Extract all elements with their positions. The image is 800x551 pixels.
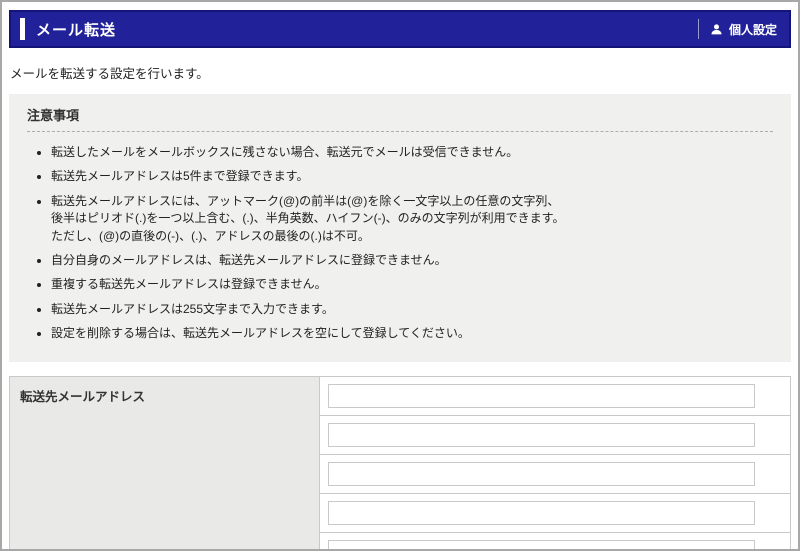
forward-address-input-4[interactable] [328, 501, 755, 525]
page-header: メール転送 個人設定 [9, 10, 791, 48]
personal-settings-label: 個人設定 [729, 21, 777, 38]
notice-item: 自分自身のメールアドレスは、転送先メールアドレスに登録できません。 [51, 252, 775, 269]
personal-settings-button[interactable]: 個人設定 [698, 19, 789, 39]
notice-item: 転送先メールアドレスは255文字まで入力できます。 [51, 301, 775, 318]
title-accent-bar [20, 18, 25, 40]
notice-title: 注意事項 [25, 100, 775, 131]
notice-list: 転送したメールをメールボックスに残さない場合、転送元でメールは受信できません。 … [25, 144, 775, 343]
forward-settings-table: 転送先メールアドレス 転送したメールをメールボックスに [9, 376, 791, 551]
page: メール転送 個人設定 メールを転送する設定を行います。 注意事項 転送したメール… [0, 0, 800, 551]
notice-item: 転送したメールをメールボックスに残さない場合、転送元でメールは受信できません。 [51, 144, 775, 161]
notice-box: 注意事項 転送したメールをメールボックスに残さない場合、転送元でメールは受信でき… [9, 94, 791, 362]
forward-address-cell [320, 415, 791, 454]
notice-item: 転送先メールアドレスには、アットマーク(@)の前半は(@)を除く一文字以上の任意… [51, 193, 775, 245]
table-row: 転送先メールアドレス [10, 376, 791, 415]
notice-item: 設定を削除する場合は、転送先メールアドレスを空にして登録してください。 [51, 325, 775, 342]
forward-address-cell [320, 454, 791, 493]
forward-address-input-3[interactable] [328, 462, 755, 486]
forward-address-input-1[interactable] [328, 384, 755, 408]
person-icon [710, 23, 723, 36]
notice-item: 重複する転送先メールアドレスは登録できません。 [51, 276, 775, 293]
forward-address-cell [320, 532, 791, 551]
forward-address-label: 転送先メールアドレス [10, 376, 320, 551]
notice-divider [27, 131, 773, 132]
forward-address-input-5[interactable] [328, 540, 755, 551]
page-title: メール転送 [36, 19, 116, 40]
forward-address-input-2[interactable] [328, 423, 755, 447]
forward-address-cell [320, 376, 791, 415]
page-description: メールを転送する設定を行います。 [10, 63, 790, 82]
notice-item: 転送先メールアドレスは5件まで登録できます。 [51, 168, 775, 185]
forward-address-cell [320, 493, 791, 532]
